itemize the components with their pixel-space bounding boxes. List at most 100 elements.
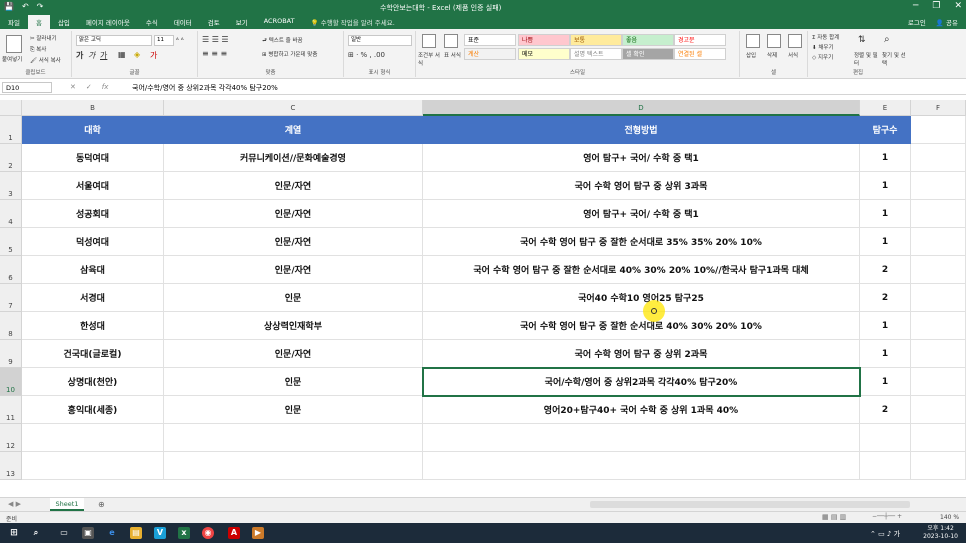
cell-style-7[interactable]: 설명 텍스트 <box>570 48 622 60</box>
cell-f7[interactable] <box>911 284 966 312</box>
zoom-level[interactable]: 140 % <box>940 514 959 521</box>
spreadsheet-grid[interactable]: B C D E F 1 대학 계열 전형방법 탐구수 2 동덕여대 커뮤니케이션//문화예술경영 영어 탐… <box>0 100 966 497</box>
cell-c11[interactable]: 인문 <box>164 396 423 424</box>
cell-b6[interactable]: 삼육대 <box>22 256 164 284</box>
row-header[interactable]: 6 <box>0 256 22 284</box>
minimize-button[interactable]: ─ <box>913 1 918 11</box>
bold-button[interactable]: 가 <box>76 50 83 61</box>
column-header-c[interactable]: C <box>164 100 423 116</box>
cell-d11[interactable]: 영어20+탐구40+ 국어 수학 중 상위 1과목 40% <box>423 396 860 424</box>
cancel-icon[interactable]: ✕ <box>70 83 76 91</box>
system-clock[interactable]: 오후 1:42 2023-10-10 <box>923 525 958 541</box>
row-header[interactable]: 2 <box>0 144 22 172</box>
restore-button[interactable]: ❐ <box>932 1 940 11</box>
table-format-icon[interactable] <box>444 34 458 48</box>
cell-style-3[interactable]: 좋음 <box>622 34 674 46</box>
find-select-icon[interactable]: ⌕ <box>884 34 890 45</box>
cell-e2[interactable]: 1 <box>860 144 911 172</box>
enter-icon[interactable]: ✓ <box>86 83 92 91</box>
tab-home[interactable]: 홈 <box>27 15 50 29</box>
cell-e1[interactable]: 탐구수 <box>860 116 911 144</box>
tab-view[interactable]: 보기 <box>228 15 256 29</box>
cell-f12[interactable] <box>911 424 966 452</box>
cell-f5[interactable] <box>911 228 966 256</box>
row-header[interactable]: 7 <box>0 284 22 312</box>
italic-button[interactable]: 가 <box>88 50 95 61</box>
formula-input[interactable]: 국어/수학/영어 중 상위2과목 각각40% 탐구20% <box>132 83 278 93</box>
cell-d2[interactable]: 영어 탐구+ 국어/ 수학 중 택1 <box>423 144 860 172</box>
cell-b12[interactable] <box>22 424 164 452</box>
cell-e12[interactable] <box>860 424 911 452</box>
cell-e7[interactable]: 2 <box>860 284 911 312</box>
cell-b13[interactable] <box>22 452 164 480</box>
cell-f6[interactable] <box>911 256 966 284</box>
font-color-button[interactable]: 가 <box>150 50 157 61</box>
find-select-label[interactable]: 찾기 및 선택 <box>882 51 906 67</box>
number-format-select[interactable]: 일반 <box>348 35 412 46</box>
copy-button[interactable]: ⎘ 복사 <box>30 45 46 54</box>
font-grow-button[interactable]: ᴬ ᴬ <box>176 36 184 44</box>
media-icon[interactable]: ▶ <box>252 527 264 539</box>
cell-f2[interactable] <box>911 144 966 172</box>
name-box[interactable]: D10 <box>2 82 52 93</box>
login-link[interactable]: 로그인 <box>908 17 926 27</box>
underline-button[interactable]: 가 <box>100 50 107 61</box>
tray-icons[interactable]: ⌃ ▭ ♪ 가 <box>870 529 900 539</box>
cell-e5[interactable]: 1 <box>860 228 911 256</box>
cell-b11[interactable]: 홍익대(세종) <box>22 396 164 424</box>
tab-review[interactable]: 검토 <box>200 15 228 29</box>
sheet-nav-icon[interactable]: ◀ ▶ <box>8 500 21 508</box>
autosum-button[interactable]: Σ 자동 합계 <box>812 33 839 41</box>
cut-button[interactable]: ✂ 잘라내기 <box>30 34 57 42</box>
cell-b9[interactable]: 건국대(글로컬) <box>22 340 164 368</box>
cell-c4[interactable]: 인문/자연 <box>164 200 423 228</box>
cell-f10[interactable] <box>911 368 966 396</box>
sheet-tab[interactable]: Sheet1 <box>50 498 84 511</box>
conditional-format-icon[interactable] <box>422 34 436 48</box>
cell-b8[interactable]: 한성대 <box>22 312 164 340</box>
cell-d13[interactable] <box>423 452 860 480</box>
cell-style-6[interactable]: 메모 <box>518 48 570 60</box>
table-format-label[interactable]: 표 서식 <box>444 51 461 59</box>
search-icon[interactable]: ⌕ <box>30 527 42 539</box>
cell-e11[interactable]: 2 <box>860 396 911 424</box>
cell-c12[interactable] <box>164 424 423 452</box>
row-header[interactable]: 3 <box>0 172 22 200</box>
cell-style-2[interactable]: 보통 <box>570 34 622 46</box>
cell-f3[interactable] <box>911 172 966 200</box>
cell-c5[interactable]: 인문/자연 <box>164 228 423 256</box>
cell-d4[interactable]: 영어 탐구+ 국어/ 수학 중 택1 <box>423 200 860 228</box>
delete-cells-icon[interactable] <box>767 34 781 48</box>
merge-center-button[interactable]: ⊞ 병합하고 가운데 맞춤 <box>262 50 317 58</box>
view-buttons[interactable]: ▦ ▤ ▥ <box>822 513 846 521</box>
cell-f13[interactable] <box>911 452 966 480</box>
windows-start-icon[interactable]: ⊞ <box>8 527 20 539</box>
cell-d5[interactable]: 국어 수학 영어 탐구 중 잘한 순서대로 35% 35% 20% 10% <box>423 228 860 256</box>
edge-icon[interactable]: e <box>106 527 118 539</box>
function-icon[interactable]: fx <box>102 83 109 91</box>
cell-c8[interactable]: 상상력인재학부 <box>164 312 423 340</box>
cell-b1[interactable]: 대학 <box>22 116 164 144</box>
redo-icon[interactable]: ↷ <box>37 2 44 11</box>
column-header-e[interactable]: E <box>860 100 911 116</box>
row-header[interactable]: 5 <box>0 228 22 256</box>
tab-file[interactable]: 파일 <box>0 15 28 29</box>
cell-f11[interactable] <box>911 396 966 424</box>
vpn-icon[interactable]: V <box>154 527 166 539</box>
row-header[interactable]: 12 <box>0 424 22 452</box>
cell-e9[interactable]: 1 <box>860 340 911 368</box>
cell-c6[interactable]: 인문/자연 <box>164 256 423 284</box>
cell-d7[interactable]: 국어40 수학10 영어25 탐구25 <box>423 284 860 312</box>
tab-acrobat[interactable]: ACROBAT <box>256 15 303 29</box>
clear-button[interactable]: ◇ 지우기 <box>812 53 833 61</box>
cell-b2[interactable]: 동덕여대 <box>22 144 164 172</box>
insert-cells-icon[interactable] <box>746 34 760 48</box>
cell-d3[interactable]: 국어 수학 영어 탐구 중 상위 3과목 <box>423 172 860 200</box>
cell-d10[interactable]: 국어/수학/영어 중 상위2과목 각각40% 탐구20% <box>423 368 860 396</box>
select-all-corner[interactable] <box>0 100 22 116</box>
row-header[interactable]: 4 <box>0 200 22 228</box>
cell-d8[interactable]: 국어 수학 영어 탐구 중 잘한 순서대로 40% 30% 20% 10% <box>423 312 860 340</box>
cell-c2[interactable]: 커뮤니케이션//문화예술경영 <box>164 144 423 172</box>
cell-style-0[interactable]: 표준 <box>464 34 516 46</box>
cell-f1[interactable] <box>911 116 966 144</box>
